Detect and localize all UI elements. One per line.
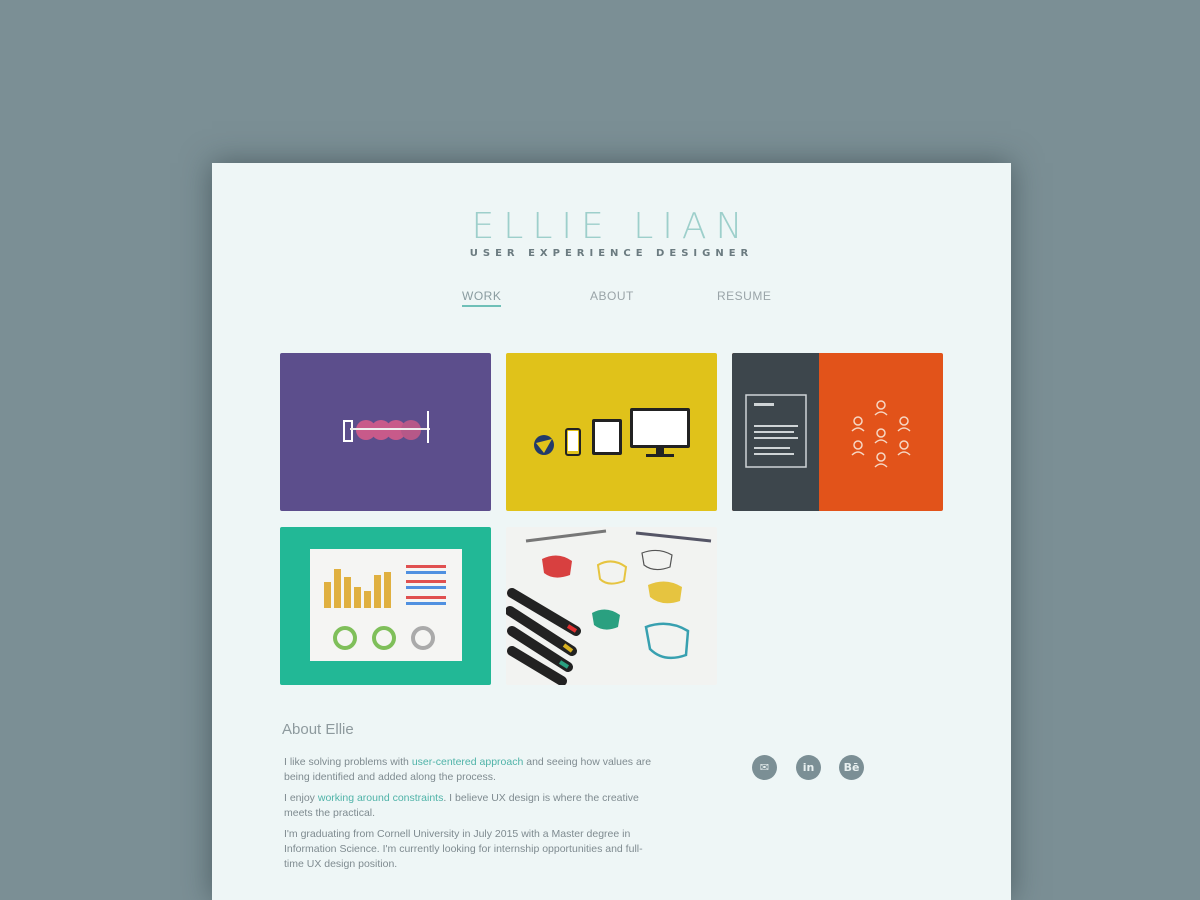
responsive-devices-icon	[534, 408, 690, 457]
main-nav: WORK ABOUT RESUME	[212, 289, 1011, 309]
email-icon[interactable]: ✉	[752, 755, 777, 780]
portfolio-page: ELLIE LIAN USER EXPERIENCE DESIGNER WORK…	[212, 163, 1011, 900]
project-tile-3[interactable]	[732, 353, 943, 511]
user-centered-link[interactable]: user-centered approach	[412, 756, 524, 768]
project-tile-2[interactable]	[506, 353, 717, 511]
sketch-photo-image	[506, 527, 717, 685]
dashboard-chart-icon	[310, 549, 462, 661]
logo-tagline: USER EXPERIENCE DESIGNER	[469, 248, 754, 259]
nav-about[interactable]: ABOUT	[590, 289, 634, 303]
project-tile-4[interactable]	[280, 527, 491, 685]
about-paragraph-1: I like solving problems with user-center…	[284, 755, 656, 785]
site-logo[interactable]: ELLIE LIAN USER EXPERIENCE DESIGNER	[212, 206, 1011, 260]
about-paragraph-2: I enjoy working around constraints. I be…	[284, 791, 656, 821]
linkedin-icon[interactable]: in	[796, 755, 821, 780]
about-heading: About Ellie	[282, 721, 354, 738]
logo-name: ELLIE LIAN	[471, 206, 752, 247]
nav-work[interactable]: WORK	[462, 289, 502, 307]
about-p2-before: I enjoy	[284, 792, 318, 804]
about-text: I like solving problems with user-center…	[284, 755, 656, 878]
project-3-thumbnail	[745, 394, 911, 468]
constraints-link[interactable]: working around constraints	[318, 792, 443, 804]
behance-icon[interactable]: Bē	[839, 755, 864, 780]
project-tile-1[interactable]	[280, 353, 491, 511]
project-tile-5[interactable]	[506, 527, 717, 685]
about-paragraph-3: I'm graduating from Cornell University i…	[284, 828, 643, 870]
about-p1-before: I like solving problems with	[284, 756, 412, 768]
project-1-thumbnail	[343, 411, 430, 443]
nav-resume[interactable]: RESUME	[717, 289, 771, 303]
